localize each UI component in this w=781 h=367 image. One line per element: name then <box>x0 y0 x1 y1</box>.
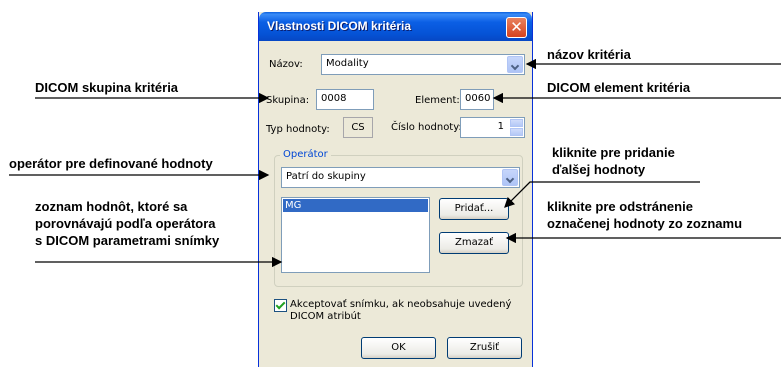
annotation-lines <box>9 58 781 268</box>
pointer-add <box>504 181 700 208</box>
